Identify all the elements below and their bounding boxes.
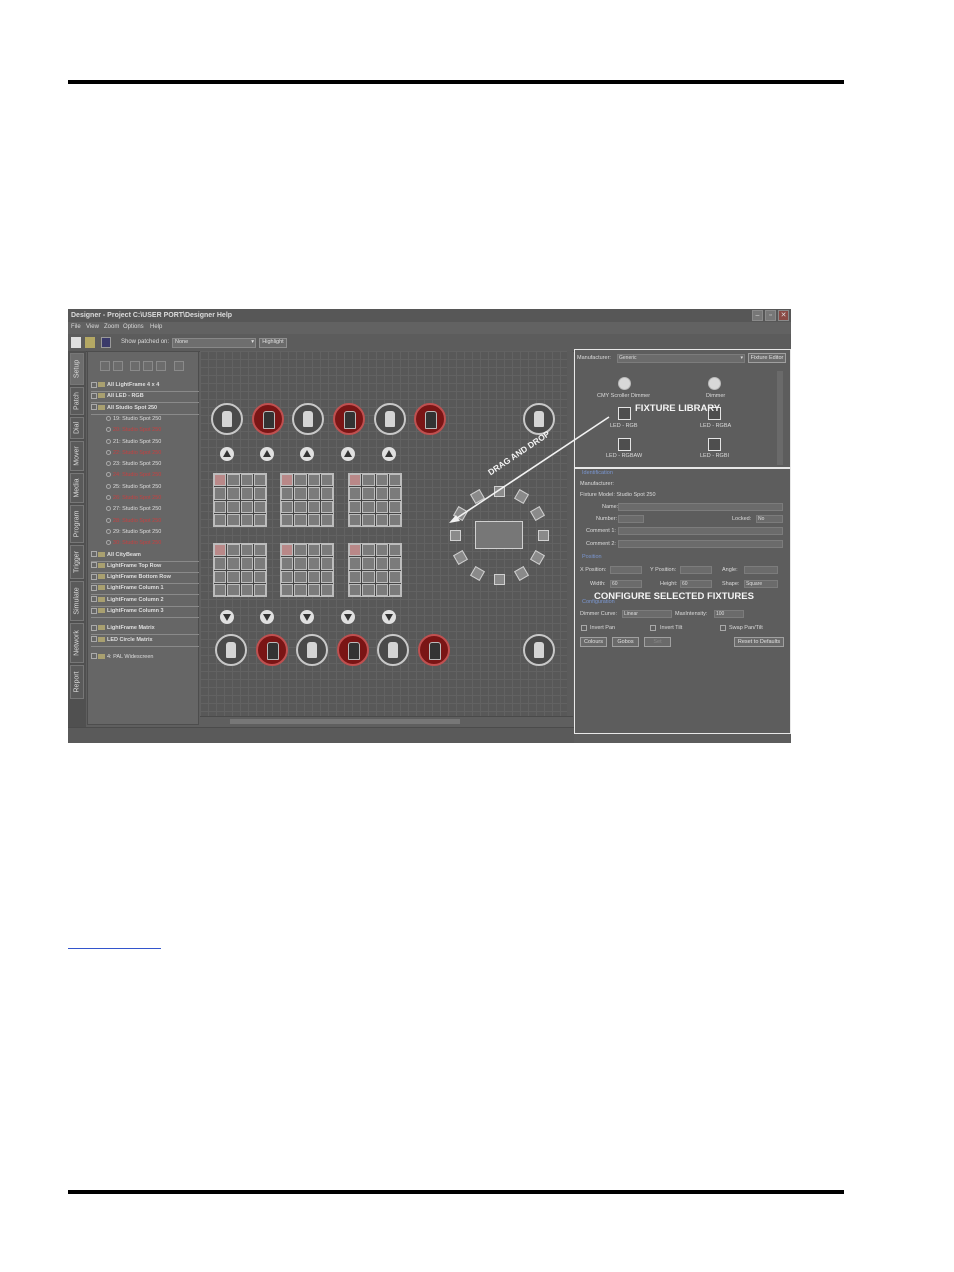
drag-arrow [449,416,610,523]
bottom-rule [68,1190,844,1194]
designer-screenshot: Designer - Project C:\USER PORT\Designer… [68,309,791,743]
document-link[interactable] [68,948,161,949]
top-rule [68,80,844,84]
drag-arrow-line [456,416,610,519]
